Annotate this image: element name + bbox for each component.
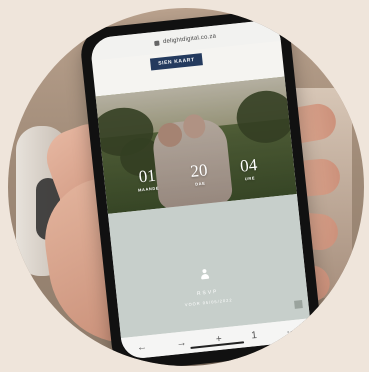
smartphone: delightdigital.co.za SIEN KAART 01 MAAND… (78, 8, 324, 366)
countdown-number: 04 (239, 155, 259, 176)
countdown-hours: 04 URE (229, 155, 269, 183)
lock-icon (153, 40, 160, 46)
circular-photo: delightdigital.co.za SIEN KAART 01 MAAND… (8, 8, 364, 366)
hero-overlay (95, 76, 297, 214)
rsvp-subtitle: VOOR 05/05/2022 (184, 297, 233, 308)
countdown-days: 20 DAE (179, 160, 219, 188)
url-text: delightdigital.co.za (162, 33, 217, 46)
rsvp-section: RSVP VOOR 05/05/2022 (107, 193, 310, 339)
photo-frame: delightdigital.co.za SIEN KAART 01 MAAND… (0, 0, 369, 372)
tabs-icon[interactable]: 1 (251, 329, 258, 341)
countdown-months: 01 MAANDE (127, 166, 167, 194)
person-icon (198, 267, 211, 280)
rsvp-title: RSVP (196, 288, 219, 297)
phone-screen: delightdigital.co.za SIEN KAART 01 MAAND… (89, 18, 313, 361)
forward-arrow-icon[interactable]: → (176, 337, 187, 349)
more-icon[interactable]: ··· (286, 325, 297, 337)
view-map-button[interactable]: SIEN KAART (149, 53, 203, 71)
hero-photo: 01 MAANDE 20 DAE 04 URE (89, 76, 298, 214)
countdown-number: 01 (137, 165, 157, 187)
countdown-number: 20 (189, 160, 209, 181)
scroll-indicator (294, 300, 303, 309)
back-arrow-icon[interactable]: ← (136, 341, 147, 353)
